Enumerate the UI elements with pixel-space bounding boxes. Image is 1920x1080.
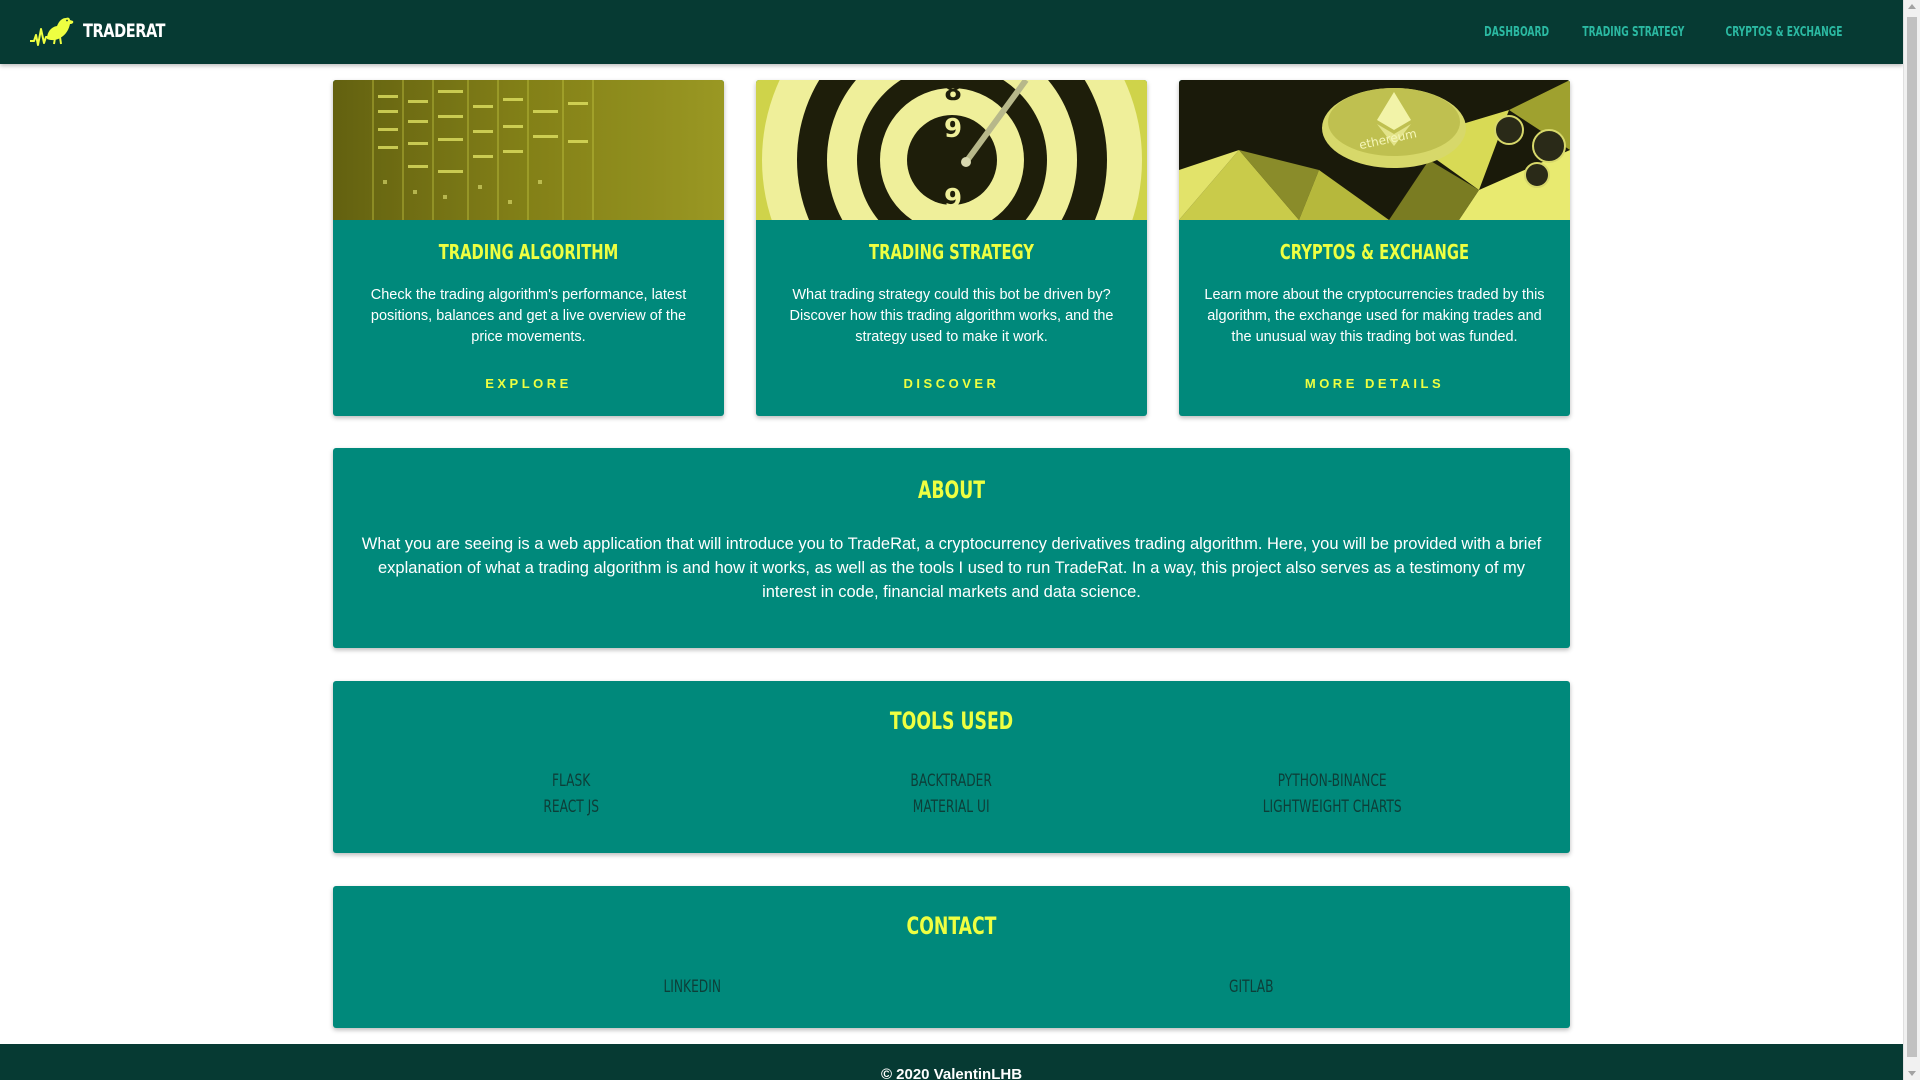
contact-section: CONTACT LINKEDIN GITLAB xyxy=(333,886,1570,1028)
nav-cryptos-exchange[interactable]: CRYPTOS & EXCHANGE xyxy=(1726,25,1843,40)
svg-text:9: 9 xyxy=(944,114,962,144)
card-cryptos-exchange: ethereum CRYPTOS & EXCHANGE Learn more a… xyxy=(1179,80,1570,416)
tool-react-js: REACT JS xyxy=(543,797,599,817)
card-title: CRYPTOS & EXCHANGE xyxy=(1279,240,1470,264)
tool-flask: FLASK xyxy=(551,771,591,791)
card-description: Learn more about the cryptocurrencies tr… xyxy=(1204,287,1545,345)
nav-dashboard[interactable]: DASHBOARD xyxy=(1484,25,1549,40)
top-navbar: TRADERAT DASHBOARD TRADING STRATEGY CRYP… xyxy=(0,0,1903,64)
card-title: TRADING STRATEGY xyxy=(869,240,1034,264)
dartboard-image: 8 9 9 xyxy=(756,80,1147,220)
contact-title: CONTACT xyxy=(906,912,997,940)
scrollbar-thumb[interactable] xyxy=(1907,17,1917,1057)
nav-trading-strategy[interactable]: TRADING STRATEGY xyxy=(1583,25,1685,40)
brand-name: TRADERAT xyxy=(83,20,166,42)
linkedin-link[interactable]: LINKEDIN xyxy=(469,977,916,997)
copyright-text: © 2020 ValentinLHB xyxy=(880,1066,1023,1080)
scroll-down-arrow-icon[interactable] xyxy=(1908,1071,1916,1076)
discover-button[interactable]: DISCOVER xyxy=(756,376,1147,391)
vertical-scrollbar[interactable] xyxy=(1903,0,1920,1080)
about-section: ABOUT What you are seeing is a web appli… xyxy=(333,448,1570,648)
tools-list: FLASK BACKTRADER PYTHON-BINANCE REACT JS… xyxy=(333,771,1570,817)
gitlab-link[interactable]: GITLAB xyxy=(1027,977,1474,997)
rat-logo-icon xyxy=(30,17,74,46)
contact-links: LINKEDIN GITLAB xyxy=(333,977,1570,997)
about-title: ABOUT xyxy=(917,476,986,504)
brand-link[interactable]: TRADERAT xyxy=(29,15,180,47)
tool-lightweight-charts: LIGHTWEIGHT CHARTS xyxy=(1262,797,1402,817)
page-footer: © 2020 ValentinLHB xyxy=(0,1044,1903,1080)
card-trading-strategy: 8 9 9 TRADING STRATEGY What trading stra… xyxy=(756,80,1147,416)
server-rack-image xyxy=(333,80,724,220)
tool-material-ui: MATERIAL UI xyxy=(913,797,990,817)
tools-title: TOOLS USED xyxy=(889,707,1014,735)
svg-text:8: 8 xyxy=(944,80,962,107)
card-description: What trading strategy could this bot be … xyxy=(789,287,1114,345)
tools-section: TOOLS USED FLASK BACKTRADER PYTHON-BINAN… xyxy=(333,681,1570,853)
explore-button[interactable]: EXPLORE xyxy=(333,376,724,391)
scroll-up-arrow-icon[interactable] xyxy=(1908,4,1916,9)
card-description: Check the trading algorithm's performanc… xyxy=(370,287,687,345)
tool-python-binance: PYTHON-BINANCE xyxy=(1277,771,1387,791)
nav-links: DASHBOARD TRADING STRATEGY CRYPTOS & EXC… xyxy=(1484,0,1849,64)
ethereum-coin-image: ethereum xyxy=(1179,80,1570,220)
svg-text:9: 9 xyxy=(944,184,962,214)
card-title: TRADING ALGORITHM xyxy=(438,240,619,264)
card-trading-algorithm: TRADING ALGORITHM Check the trading algo… xyxy=(333,80,724,416)
more-details-button[interactable]: MORE DETAILS xyxy=(1179,376,1570,391)
tool-backtrader: BACKTRADER xyxy=(910,771,993,791)
about-text: What you are seeing is a web application… xyxy=(361,535,1542,601)
